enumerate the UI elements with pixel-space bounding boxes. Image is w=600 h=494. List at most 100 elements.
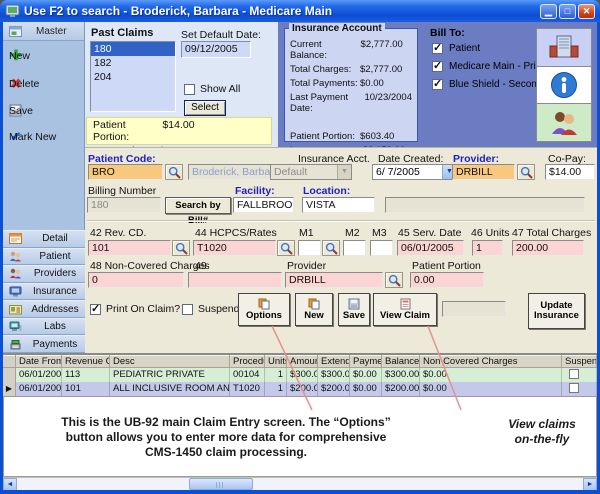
non-covered-input[interactable]: 0 xyxy=(88,272,184,288)
default-date-input[interactable]: 09/12/2005 xyxy=(181,41,251,58)
sidebar-action-new[interactable]: ✚ New xyxy=(3,41,84,70)
units-input[interactable]: 1 xyxy=(472,240,503,256)
column-header[interactable]: Desc xyxy=(110,355,230,367)
cell-date-from[interactable]: 06/01/2005 xyxy=(16,368,62,382)
rev-cd-search-button[interactable] xyxy=(172,240,190,256)
sidebar-item-labs[interactable]: Labs xyxy=(3,318,85,336)
cell-extended[interactable]: $300.00 xyxy=(318,368,350,382)
cell-suspended[interactable] xyxy=(562,368,597,382)
show-all-checkbox[interactable] xyxy=(184,84,195,95)
provider-search-button[interactable] xyxy=(517,164,535,180)
column-header[interactable]: Balance xyxy=(382,355,420,367)
field-49-input[interactable] xyxy=(188,272,282,288)
hcpcs-input[interactable]: T1020 xyxy=(193,240,276,256)
cell-desc[interactable]: ALL INCLUSIVE ROOM AND BOARD xyxy=(110,382,230,396)
maximize-icon[interactable]: □ xyxy=(559,4,576,19)
m2-input[interactable] xyxy=(343,240,366,256)
hcpcs-search-button[interactable] xyxy=(277,240,295,256)
m1-search-button[interactable] xyxy=(322,240,340,256)
facility-input[interactable]: FALLBROOK xyxy=(233,197,294,213)
view-claim-button[interactable]: View Claim xyxy=(373,293,437,326)
cell-suspended[interactable] xyxy=(562,382,597,396)
sidebar-item-payments[interactable]: Payments xyxy=(3,335,85,353)
total-charges-input[interactable]: 200.00 xyxy=(512,240,584,256)
column-header[interactable]: Non Covered Charges xyxy=(420,355,562,367)
cell-amount[interactable]: $200.00 xyxy=(287,382,318,396)
rev-cd-input[interactable]: 101 xyxy=(88,240,171,256)
cell-balance[interactable]: $300.00 xyxy=(382,368,420,382)
update-insurance-button[interactable]: Update Insurance xyxy=(528,293,585,329)
row-selector-active[interactable]: ▶ xyxy=(3,382,16,396)
m1-input[interactable] xyxy=(298,240,321,256)
serv-date-input[interactable]: 06/01/2005 xyxy=(397,240,464,256)
select-button[interactable]: Select xyxy=(184,100,226,116)
print-on-claim-checkbox[interactable] xyxy=(90,304,101,315)
detail-provider-search-button[interactable] xyxy=(385,272,403,288)
cell-revenue-code[interactable]: 113 xyxy=(62,368,110,382)
info-button[interactable] xyxy=(537,67,591,105)
co-pay-input[interactable]: $14.00 xyxy=(545,164,595,180)
sidebar-action-mark-new[interactable]: ✔ Mark New xyxy=(3,123,84,151)
options-button[interactable]: Options xyxy=(238,293,290,326)
column-header[interactable]: Extended xyxy=(318,355,350,367)
scrollbar-thumb[interactable] xyxy=(189,478,253,490)
list-item[interactable]: 180 xyxy=(91,42,175,56)
list-item[interactable]: 182 xyxy=(91,56,175,70)
sidebar-item-patient[interactable]: Patient xyxy=(3,248,85,266)
cell-non-covered[interactable]: $0.00 xyxy=(420,382,562,396)
cell-date-from[interactable]: 06/01/2005 xyxy=(16,382,62,396)
sidebar-action-delete[interactable]: ✖ Delete xyxy=(3,70,84,98)
sidebar-item-detail[interactable]: Detail xyxy=(3,230,85,248)
sidebar-item-addresses[interactable]: Addresses xyxy=(3,300,85,318)
patient-code-search-button[interactable] xyxy=(165,164,183,180)
suspended-cell-checkbox[interactable] xyxy=(569,369,579,379)
column-header[interactable]: Amount xyxy=(287,355,318,367)
sidebar-item-insurance[interactable]: Insurance xyxy=(3,283,85,301)
cell-payments[interactable]: $0.00 xyxy=(350,368,382,382)
list-item[interactable]: 204 xyxy=(91,70,175,84)
column-header[interactable]: Payments xyxy=(350,355,382,367)
location-input[interactable]: VISTA xyxy=(302,197,375,213)
cell-non-covered[interactable]: $0.00 xyxy=(420,368,562,382)
cell-balance[interactable]: $200.00 xyxy=(382,382,420,396)
bill-to-medicare-checkbox[interactable] xyxy=(432,61,443,72)
minimize-icon[interactable]: ▁ xyxy=(540,4,557,19)
row-selector[interactable] xyxy=(3,368,16,382)
cell-units[interactable]: 1 xyxy=(265,368,287,382)
bill-to-blueshield-checkbox[interactable] xyxy=(432,79,443,90)
scrollbar-track[interactable] xyxy=(17,478,583,490)
cell-amount[interactable]: $300.00 xyxy=(287,368,318,382)
cell-procedure[interactable]: 00104 xyxy=(230,368,265,382)
m3-input[interactable] xyxy=(370,240,393,256)
cell-payments[interactable]: $0.00 xyxy=(350,382,382,396)
new-line-button[interactable]: New xyxy=(295,293,333,326)
suspended-cell-checkbox[interactable] xyxy=(569,383,579,393)
column-header[interactable]: Revenue Code xyxy=(62,355,110,367)
provider-input[interactable]: DRBILL xyxy=(452,164,515,180)
sidebar-item-providers[interactable]: Providers xyxy=(3,265,85,283)
close-icon[interactable]: ✕ xyxy=(578,4,595,19)
sidebar-action-save[interactable]: Save xyxy=(3,98,84,123)
bill-to-patient-checkbox[interactable] xyxy=(432,43,443,54)
cell-units[interactable]: 1 xyxy=(265,382,287,396)
cell-revenue-code[interactable]: 101 xyxy=(62,382,110,396)
column-header[interactable]: Procedure xyxy=(230,355,265,367)
save-line-button[interactable]: Save xyxy=(338,293,370,326)
cell-extended[interactable]: $200.00 xyxy=(318,382,350,396)
facility-button[interactable] xyxy=(537,29,591,67)
cell-desc[interactable]: PEDIATRIC PRIVATE xyxy=(110,368,230,382)
patients-button[interactable] xyxy=(537,104,591,141)
table-row[interactable]: 06/01/2005 113 PEDIATRIC PRIVATE 00104 1… xyxy=(3,368,597,382)
cell-procedure[interactable]: T1020 xyxy=(230,382,265,396)
detail-patient-portion-input[interactable]: 0.00 xyxy=(410,272,484,288)
column-header[interactable]: Suspended xyxy=(562,355,597,367)
column-header[interactable]: Date From xyxy=(16,355,62,367)
patient-code-input[interactable]: BRO xyxy=(88,164,163,180)
table-row[interactable]: ▶ 06/01/2005 101 ALL INCLUSIVE ROOM AND … xyxy=(3,382,597,396)
detail-provider-input[interactable]: DRBILL xyxy=(285,272,383,288)
column-header[interactable]: Units xyxy=(265,355,287,367)
search-by-bill-button[interactable]: Search by Bill# xyxy=(165,197,231,214)
sidebar-header-master[interactable]: Master xyxy=(3,22,84,41)
date-created-dropdown[interactable]: 6/ 7/2005 ▼ xyxy=(372,164,457,180)
suspended-checkbox[interactable] xyxy=(182,304,193,315)
